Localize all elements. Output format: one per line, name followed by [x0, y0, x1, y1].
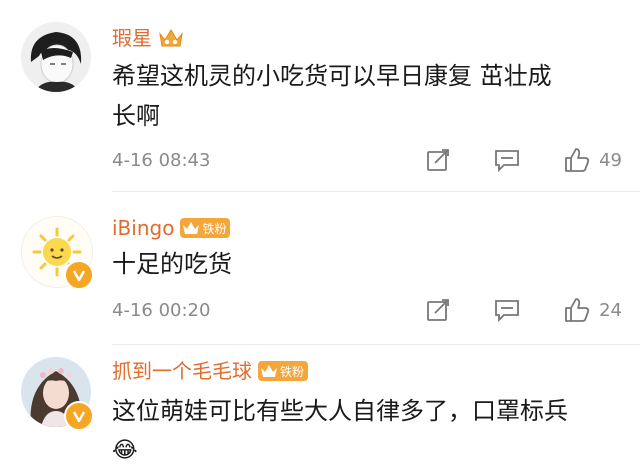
repost-button[interactable] [425, 297, 451, 323]
repost-icon [427, 299, 449, 321]
like-icon [565, 148, 590, 172]
comment-button[interactable] [493, 147, 521, 173]
crown-icon [158, 26, 184, 50]
repost-button[interactable] [425, 147, 451, 173]
username[interactable]: iBingo [112, 216, 174, 240]
like-button[interactable]: 24 [563, 296, 622, 324]
fan-badge-label: 铁粉 [280, 364, 305, 379]
crown-icon [183, 222, 200, 234]
comment-text: 希望这机灵的小吃货可以早日康复 茁壮成 长啊 [112, 56, 622, 136]
fan-badge-label: 铁粉 [202, 221, 227, 236]
comment-time: 4-16 08:43 [112, 150, 211, 171]
avatar[interactable] [21, 22, 91, 92]
comment-item: 抓到一个毛毛球 铁粉 这位萌娃可比有些大人自律多了，口罩标兵 😂 [0, 345, 640, 471]
like-icon [565, 298, 590, 322]
comment-line: 这位萌娃可比有些大人自律多了，口罩标兵 [112, 397, 568, 425]
verified-v-icon [64, 260, 94, 290]
comment-line: 希望这机灵的小吃货可以早日康复 茁壮成 [112, 62, 552, 90]
comment-time: 4-16 00:20 [112, 300, 211, 321]
emoji-laugh-cry: 😂 [112, 438, 138, 463]
comment-icon [495, 300, 519, 323]
fan-badge: 铁粉 [258, 361, 309, 381]
verified-v-icon [64, 401, 94, 431]
like-button[interactable]: 49 [563, 146, 622, 174]
comment-button[interactable] [493, 297, 521, 323]
username[interactable]: 抓到一个毛毛球 [112, 359, 252, 383]
comment-line: 长啊 [112, 102, 160, 130]
comment-line: 十足的吃货 [112, 250, 232, 278]
crown-icon [261, 365, 277, 377]
repost-icon [427, 149, 449, 171]
comment-text: 这位萌娃可比有些大人自律多了，口罩标兵 😂 [112, 391, 622, 471]
comment-text: 十足的吃货 [112, 244, 622, 284]
like-count: 49 [599, 149, 622, 171]
comment-icon [495, 150, 519, 173]
comment-item: iBingo 铁粉 十足的吃货 4-16 00:20 24 [0, 192, 640, 344]
username[interactable]: 瑕星 [112, 26, 152, 50]
comment-item: 瑕星 希望这机灵的小吃货可以早日康复 茁壮成 长啊 4-16 08:43 49 [0, 0, 640, 190]
like-count: 24 [599, 299, 622, 321]
fan-badge: 铁粉 [180, 218, 231, 238]
